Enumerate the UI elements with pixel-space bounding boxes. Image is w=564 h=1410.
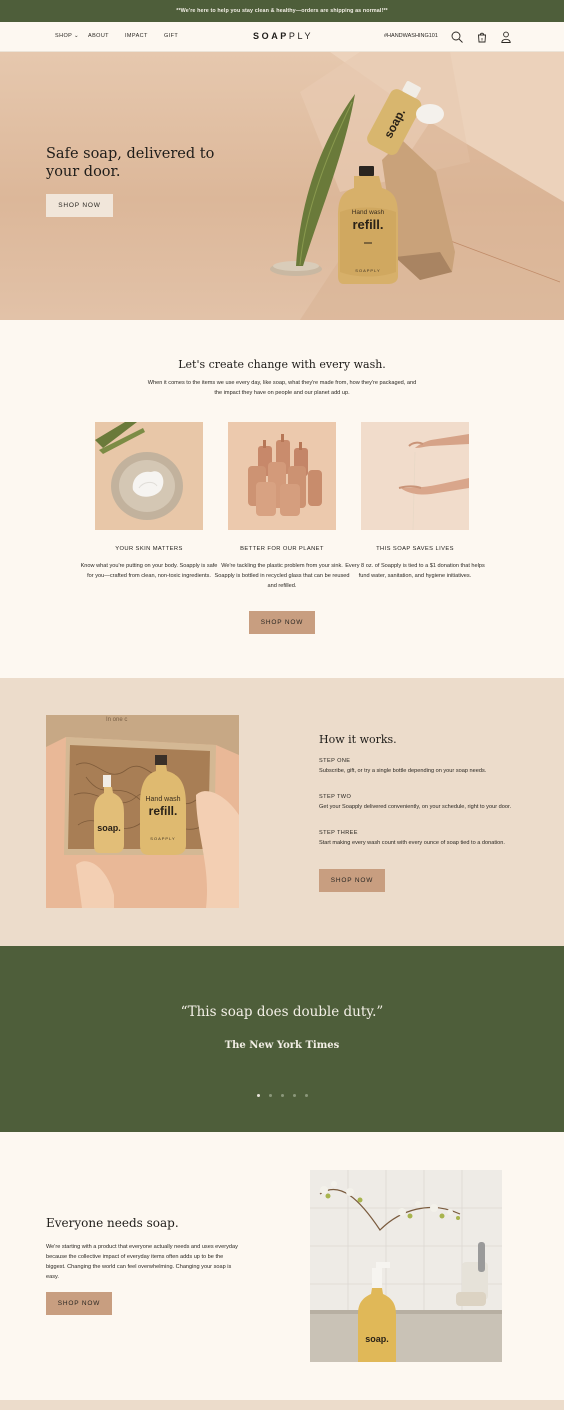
- carousel-dot[interactable]: [280, 1094, 284, 1097]
- svg-text:refill.: refill.: [149, 804, 178, 818]
- step-heading: STEP TWO: [319, 794, 352, 800]
- press-source-logo: The New York Times: [224, 1040, 340, 1051]
- step-item: STEP THREE Start making every wash count…: [319, 828, 519, 848]
- nav-shop[interactable]: SHOP ⌄: [55, 33, 79, 39]
- hero-image: Hand wash refill. SOAPPLY soap.: [270, 52, 564, 320]
- feature-body: Every 8 oz. of Soapply is tied to a $1 d…: [345, 563, 485, 579]
- nav-about[interactable]: ABOUT: [88, 33, 109, 39]
- mission-lead: When it comes to the items we use every …: [147, 380, 417, 396]
- step-heading: STEP ONE: [319, 758, 351, 764]
- carousel-dot[interactable]: [256, 1094, 260, 1097]
- everyone-body: We're starting with a product that every…: [46, 1244, 238, 1280]
- mission-section: Let's create change with every wash. Whe…: [0, 320, 564, 678]
- feature-title: BETTER FOR OUR PLANET: [240, 546, 324, 552]
- how-shop-now-button[interactable]: SHOP NOW: [319, 869, 385, 892]
- svg-text:In one c: In one c: [106, 717, 127, 723]
- svg-text:SOAPPLY: SOAPPLY: [150, 836, 175, 841]
- svg-text:Hand wash: Hand wash: [145, 796, 180, 803]
- mission-shop-now-button[interactable]: SHOP NOW: [249, 611, 315, 634]
- hero-section: Hand wash refill. SOAPPLY soap. Safe soa…: [0, 52, 564, 320]
- step-heading: STEP THREE: [319, 830, 358, 836]
- everyone-section: Everyone needs soap. We're starting with…: [0, 1132, 564, 1400]
- hashtag-link[interactable]: #HANDWASHING101: [384, 33, 438, 39]
- nav-impact[interactable]: IMPACT: [125, 33, 148, 39]
- logo[interactable]: SOAPPLY: [253, 31, 313, 41]
- soap-on-counter-image: soap.: [310, 1170, 502, 1362]
- announcement-text: **We're here to help you stay clean & he…: [176, 8, 388, 14]
- svg-text:soap.: soap.: [365, 1334, 389, 1344]
- feature-image-bottles: [228, 422, 336, 530]
- carousel-dot[interactable]: [304, 1094, 308, 1097]
- press-quote: “This soap does double duty.”: [180, 1004, 384, 1020]
- nav-gift[interactable]: GIFT: [164, 33, 178, 39]
- carousel-dots: [0, 1094, 564, 1097]
- step-item: STEP ONE Subscribe, gift, or try a singl…: [319, 756, 519, 776]
- step-item: STEP TWO Get your Soapply delivered conv…: [319, 792, 519, 812]
- account-icon[interactable]: [499, 30, 513, 44]
- everyone-shop-now-button[interactable]: SHOP NOW: [46, 1292, 112, 1315]
- carousel-dot[interactable]: [268, 1094, 272, 1097]
- footer-strip: [0, 1400, 564, 1410]
- feature-title: YOUR SKIN MATTERS: [115, 546, 183, 552]
- how-title: How it works.: [319, 733, 397, 746]
- step-text: Get your Soapply delivered conveniently,…: [319, 804, 512, 810]
- feature-body: Know what you're putting on your body. S…: [80, 563, 218, 579]
- gift-box-image: In one c Hand wash refill. SOAPPLY soap.: [46, 715, 239, 908]
- cart-count: 0: [481, 37, 484, 42]
- press-quote-section: “This soap does double duty.” The New Yo…: [0, 946, 564, 1132]
- svg-text:soap.: soap.: [97, 823, 121, 833]
- feature-image-soap-dish: [95, 422, 203, 530]
- hero-shop-now-button[interactable]: SHOP NOW: [46, 194, 113, 217]
- hero-headline: Safe soap, delivered to your door.: [46, 146, 215, 180]
- search-icon[interactable]: [450, 30, 464, 44]
- step-text: Start making every wash count with every…: [319, 840, 505, 846]
- feature-body: We're tackling the plastic problem from …: [214, 563, 350, 589]
- announcement-banner: **We're here to help you stay clean & he…: [0, 0, 564, 22]
- step-text: Subscribe, gift, or try a single bottle …: [319, 768, 487, 774]
- svg-text:Hand wash: Hand wash: [352, 209, 385, 216]
- svg-text:refill.: refill.: [352, 217, 383, 232]
- feature-card: YOUR SKIN MATTERS Know what you're putti…: [79, 422, 219, 581]
- feature-title: THIS SOAP SAVES LIVES: [376, 546, 454, 552]
- cart-icon[interactable]: 0: [475, 30, 489, 44]
- feature-card: BETTER FOR OUR PLANET We're tackling the…: [212, 422, 352, 591]
- svg-text:SOAPPLY: SOAPPLY: [355, 268, 380, 273]
- everyone-title: Everyone needs soap.: [46, 1216, 179, 1230]
- mission-title: Let's create change with every wash.: [178, 358, 386, 371]
- how-it-works-section: In one c Hand wash refill. SOAPPLY soap.…: [0, 678, 564, 946]
- carousel-dot[interactable]: [292, 1094, 296, 1097]
- feature-card: THIS SOAP SAVES LIVES Every 8 oz. of Soa…: [345, 422, 485, 581]
- feature-image-hands: [361, 422, 469, 530]
- top-nav: SHOP ⌄ ABOUT IMPACT GIFT SOAPPLY #HANDWA…: [0, 22, 564, 52]
